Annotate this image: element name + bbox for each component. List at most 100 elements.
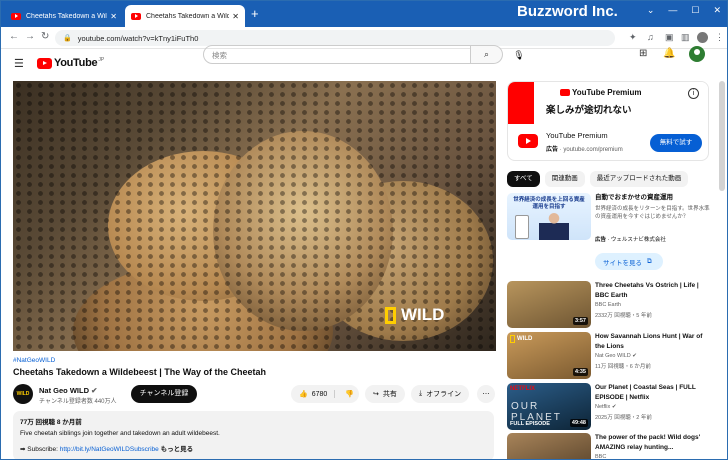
search-icon: ⌕ [483,49,490,59]
tab-2-active[interactable]: Cheetahs Takedown a Wildebeest ✕ [125,5,245,27]
account-avatar[interactable] [689,46,705,62]
recommendation-title: The power of the pack! Wild dogs' AMAZIN… [595,434,701,451]
like-button[interactable]: 👍 6780 [291,390,335,398]
ad-info-icon[interactable]: i [688,88,699,99]
new-tab-button[interactable]: + [251,7,259,21]
close-tab-icon[interactable]: ✕ [110,12,117,21]
recommendation-channel[interactable]: Nat Geo WILD ✔ [595,353,637,359]
thumbnail-label: NETFLIX [510,386,535,392]
natgeo-wild-watermark: WILD [385,305,444,325]
ad-thumbnail[interactable]: 世界経済の成長を上回る資産運用を目指す [507,193,591,240]
duration-badge: 49:48 [569,419,588,427]
close-tab-icon[interactable]: ✕ [232,12,239,21]
recommendation-title: How Savannah Lions Hunt | War of the Lio… [595,333,703,350]
extensions-icon[interactable]: ✦ [629,32,637,43]
notifications-icon[interactable]: 🔔 [663,48,675,59]
recommendation-channel[interactable]: BBC [595,454,606,459]
youtube-logo[interactable]: YouTube JP [37,57,104,69]
page-scrollbar[interactable] [719,81,725,191]
video-thumbnail[interactable] [507,433,591,459]
ad-banner: YouTube Premium 楽しみが途切れない i [508,82,708,124]
visit-site-button[interactable]: サイトを見る ⧉ [595,253,663,270]
logo-word: YouTube [54,57,98,69]
close-window-icon[interactable]: ✕ [713,5,721,16]
premium-logo: YouTube Premium [560,88,642,97]
profile-avatar[interactable] [697,32,708,43]
browser-menu-icon[interactable]: ⋮ [715,32,724,43]
recommendation-meta: 2025万 回視聴・2 年前 [595,415,652,421]
sidepanel-icon[interactable]: ▥ [681,32,690,43]
youtube-logo-icon [560,89,570,96]
description-line: Five cheetah siblings join together and … [20,430,220,437]
search-button[interactable]: ⌕ [471,45,503,64]
ad-label: 広告 [595,237,607,243]
recommendation-meta: 11万 回視聴・6 か月前 [595,364,651,370]
channel-name-text: Nat Geo WILD [39,386,89,395]
premium-ad-card[interactable]: YouTube Premium 楽しみが途切れない i YouTube Prem… [507,81,709,161]
show-more-button[interactable]: もっと見る [161,446,194,453]
duration-badge: 3:57 [572,317,588,325]
channel-avatar[interactable]: WILD [13,384,33,404]
tab-1[interactable]: Cheetahs Takedown a Wildebeest ✕ [5,5,123,27]
recommendation-item[interactable]: WILD 4:35 How Savannah Lions Hunt | War o… [507,332,717,380]
logo-region: JP [98,57,105,63]
overlay-brand: Buzzword Inc. [517,3,618,20]
recommendation-item[interactable]: 3:57 Three Cheetahs Vs Ostrich | Life | … [507,281,717,329]
description-box[interactable]: 77万 回視聴 8 か月前 Five cheetah siblings join… [13,411,494,459]
recommendation-channel[interactable]: Netflix ✔ [595,404,616,410]
watermark-text: WILD [401,305,445,324]
subscribe-link[interactable]: http://bit.ly/NatGeoWILDSubscribe [60,446,159,453]
more-actions-button[interactable]: ⋯ [477,385,495,403]
youtube-app-icon [518,134,538,148]
ad-domain: youtube.com/premium [563,147,623,153]
recommendation-title: Our Planet | Coastal Seas | FULL EPISODE… [595,384,696,401]
download-icon: ⤓ [419,390,423,397]
chip-related[interactable]: 関連動画 [544,171,585,187]
video-thumbnail[interactable]: WILD 4:35 [507,332,591,379]
tab-search-icon[interactable]: ⌄ [647,5,655,16]
url-text: youtube.com/watch?v=kTny1iFuTh0 [77,33,199,43]
view-stats: 77万 回視聴 8 か月前 [20,419,82,426]
share-button[interactable]: ↪ 共有 [365,385,405,403]
recommendation-title: Three Cheetahs Vs Ostrich | Life | BBC E… [595,282,699,299]
video-player[interactable]: WILD [13,81,496,351]
bookmark-list-icon[interactable]: ▣ [665,32,674,43]
recommendation-title: 自動でおまかせの資産運用 [595,194,673,201]
thumbnail-label: WILD [510,335,532,343]
chip-recent[interactable]: 最近アップロードされた動画 [589,171,689,187]
minimize-icon[interactable]: — [668,5,677,16]
duration-badge: 4:35 [572,368,588,376]
offline-button[interactable]: ⤓ オフライン [411,385,470,403]
recommendation-channel[interactable]: BBC Earth [595,302,621,308]
recommendation-item[interactable]: The power of the pack! Wild dogs' AMAZIN… [507,433,717,459]
reload-icon[interactable]: ↻ [41,31,49,42]
media-icon[interactable]: ♫ [647,32,654,42]
natgeo-frame-icon [385,306,396,324]
address-bar[interactable]: 🔒 youtube.com/watch?v=kTny1iFuTh0 [55,30,615,46]
recommendation-meta: 2332万 回視聴・5 年前 [595,313,652,319]
thumbs-up-icon: 👍 [299,391,308,398]
subscribe-button[interactable]: チャンネル登録 [131,385,197,403]
back-icon[interactable]: ← [9,31,19,42]
channel-name[interactable]: Nat Geo WILD ✔ [39,386,97,395]
recommendation-item[interactable]: NETFLIX OUR PLANET FULL EPISODE 49:48 Ou… [507,383,717,431]
video-thumbnail[interactable]: NETFLIX OUR PLANET FULL EPISODE 49:48 [507,383,591,430]
phone-graphic [515,215,529,239]
video-hashtag[interactable]: #NatGeoWILD [13,357,55,364]
ad-product-name: YouTube Premium [546,131,608,140]
verified-icon: ✔ [91,386,98,395]
search-input[interactable]: 検索 [203,45,471,64]
create-video-icon[interactable]: ⊞ [639,48,647,59]
video-thumbnail[interactable]: 3:57 [507,281,591,328]
recommendation-ad[interactable]: 世界経済の成長を上回る資産運用を目指す 自動でおまかせの資産運用 世界経済の成長… [507,193,717,243]
maximize-icon[interactable]: ☐ [691,5,699,16]
forward-icon[interactable]: → [25,31,35,42]
try-free-button[interactable]: 無料で試す [650,134,702,152]
voice-search-icon[interactable]: 🎙 [511,47,527,63]
tab-strip: Cheetahs Takedown a Wildebeest ✕ Cheetah… [1,1,727,27]
dislike-button[interactable]: 👎 [339,390,354,398]
recommendation-sponsor: 広告 · ウェルスナビ株式会社 [595,237,666,243]
lock-icon: 🔒 [63,35,72,42]
hamburger-menu-icon[interactable]: ☰ [14,57,24,70]
chip-all[interactable]: すべて [507,171,540,187]
